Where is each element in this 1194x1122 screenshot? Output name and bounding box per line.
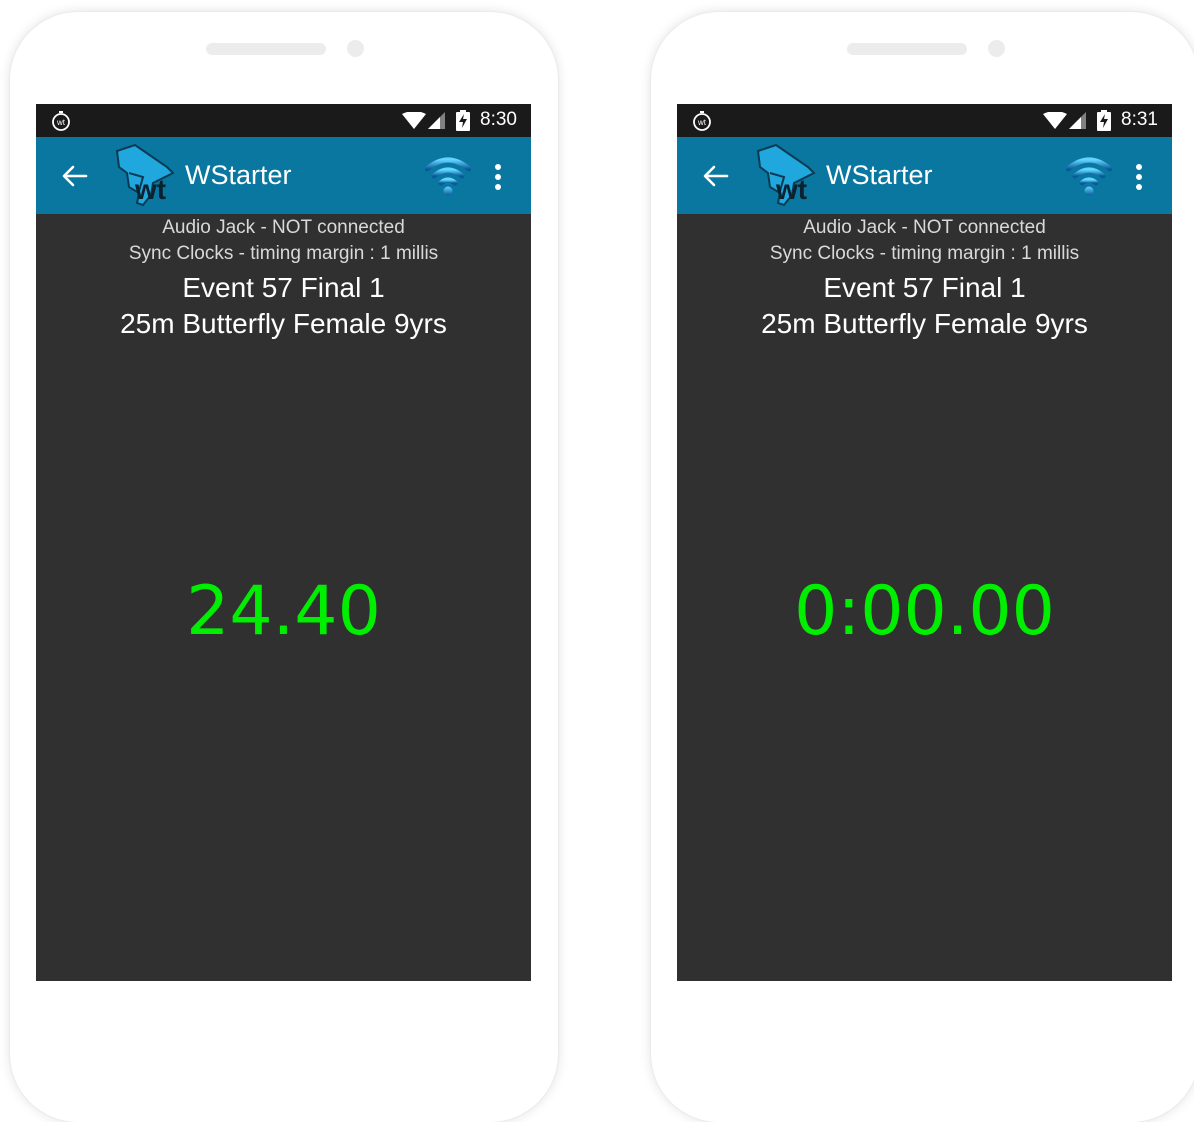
app-bar: wt WStarter [677, 137, 1172, 214]
phone-camera [347, 40, 364, 57]
race-timer: 0:00.00 [794, 572, 1055, 651]
app-title: WStarter [185, 160, 292, 190]
stopwatch-icon: wt [52, 111, 70, 131]
more-vertical-icon[interactable] [488, 163, 508, 191]
event-title: Event 57 Final 1 [182, 272, 385, 303]
cell-signal-icon [428, 112, 445, 129]
svg-text:wt: wt [56, 118, 66, 127]
audio-status: Audio Jack - NOT connected [162, 217, 405, 238]
wifi-icon[interactable] [425, 155, 471, 197]
wifi-signal-icon [402, 112, 426, 129]
phone-frame-right: wt 8:31 wt WStarter Audio Jack - NOT con… [651, 12, 1194, 1122]
phone-speaker [847, 43, 967, 55]
status-bar-time: 8:31 [1121, 109, 1158, 130]
battery-charging-icon [456, 110, 470, 131]
phone-camera [988, 40, 1005, 57]
status-bar: wt 8:30 [36, 104, 531, 137]
event-title: Event 57 Final 1 [823, 272, 1026, 303]
event-description: 25m Butterfly Female 9yrs [120, 308, 447, 339]
cell-signal-icon [1069, 112, 1086, 129]
svg-text:wt: wt [134, 174, 166, 205]
more-vertical-icon[interactable] [1129, 163, 1149, 191]
phone-frame-left: wt 8:30 wt WStarter Audio Jack - NOT con… [10, 12, 558, 1122]
race-info: Audio Jack - NOT connected Sync Clocks -… [677, 214, 1172, 342]
sync-status: Sync Clocks - timing margin : 1 millis [769, 243, 1080, 264]
status-bar: wt 8:31 [677, 104, 1172, 137]
race-info: Audio Jack - NOT connected Sync Clocks -… [36, 214, 531, 342]
status-bar-time: 8:30 [480, 109, 517, 130]
sync-status: Sync Clocks - timing margin : 1 millis [128, 243, 439, 264]
svg-text:wt: wt [697, 118, 707, 127]
starter-pistol-logo-icon: wt [115, 143, 175, 207]
phone-screen: wt 8:31 wt WStarter Audio Jack - NOT con… [677, 104, 1172, 981]
starter-pistol-logo-icon: wt [756, 143, 816, 207]
audio-status: Audio Jack - NOT connected [803, 217, 1046, 238]
svg-text:wt: wt [775, 174, 807, 205]
wifi-signal-icon [1043, 112, 1067, 129]
arrow-left-icon[interactable] [701, 161, 731, 191]
arrow-left-icon[interactable] [60, 161, 90, 191]
app-bar: wt WStarter [36, 137, 531, 214]
battery-charging-icon [1097, 110, 1111, 131]
app-title: WStarter [826, 160, 933, 190]
race-timer: 24.40 [186, 572, 381, 651]
wifi-icon[interactable] [1066, 155, 1112, 197]
phone-speaker [206, 43, 326, 55]
stopwatch-icon: wt [693, 111, 711, 131]
phone-screen: wt 8:30 wt WStarter Audio Jack - NOT con… [36, 104, 531, 981]
event-description: 25m Butterfly Female 9yrs [761, 308, 1088, 339]
